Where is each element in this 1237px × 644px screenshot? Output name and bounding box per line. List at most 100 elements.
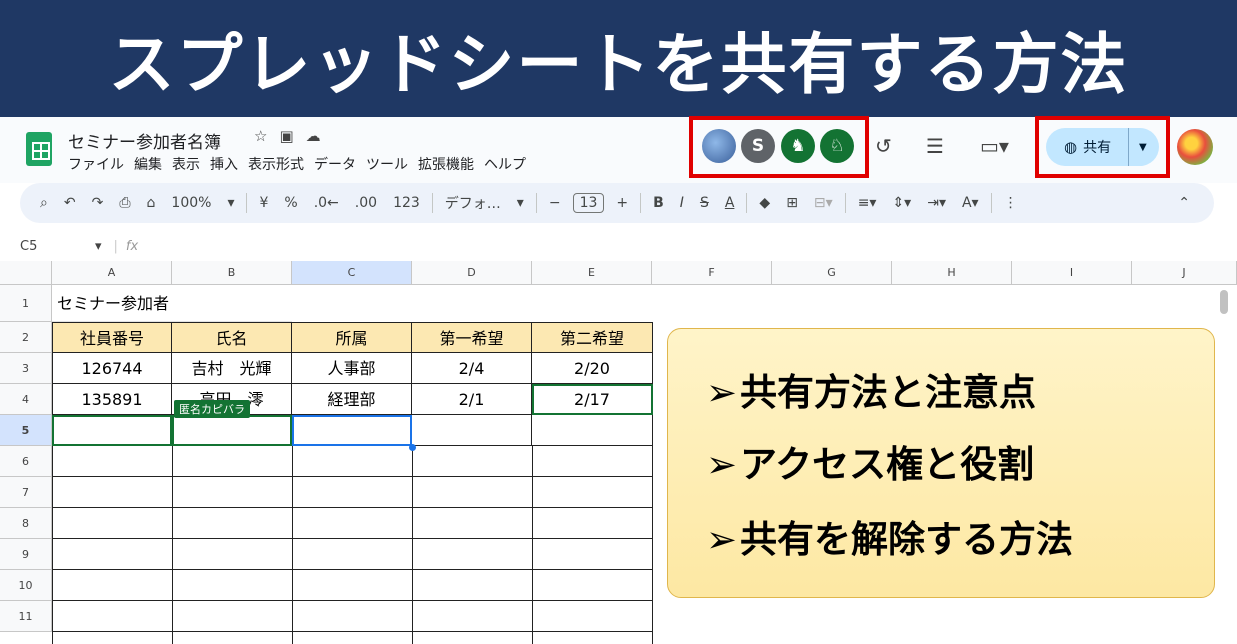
- number-format-button[interactable]: 123: [385, 195, 428, 211]
- sheets-logo-icon[interactable]: [26, 132, 52, 166]
- avatar-anonymous-animal-2[interactable]: ♘: [820, 129, 854, 163]
- currency-button[interactable]: ¥: [251, 195, 276, 211]
- italic-button[interactable]: I: [672, 195, 692, 211]
- strikethrough-button[interactable]: S: [692, 195, 717, 211]
- name-box-caret-icon[interactable]: ▾: [95, 239, 102, 254]
- zoom-select[interactable]: 100%: [163, 195, 219, 211]
- table-cell-collaborator-selected[interactable]: [172, 415, 292, 446]
- font-size-decrease[interactable]: −: [541, 195, 569, 211]
- zoom-caret-icon[interactable]: ▾: [219, 195, 242, 211]
- menu-file[interactable]: ファイル: [66, 154, 132, 174]
- font-caret-icon[interactable]: ▾: [509, 195, 532, 211]
- merge-cells-icon[interactable]: ⊟▾: [806, 195, 841, 211]
- cell-title[interactable]: セミナー参加者: [52, 285, 292, 322]
- paint-format-icon[interactable]: ⌂: [139, 195, 164, 211]
- undo-icon[interactable]: ↶: [56, 195, 84, 211]
- share-dropdown-icon[interactable]: ▼: [1139, 142, 1147, 153]
- text-wrap-icon[interactable]: ⇥▾: [919, 195, 954, 211]
- text-rotation-icon[interactable]: A▾: [954, 195, 987, 211]
- active-cell[interactable]: [292, 415, 412, 446]
- table-header-cell[interactable]: 社員番号: [52, 322, 172, 353]
- print-icon[interactable]: ⎙: [111, 195, 138, 211]
- font-select[interactable]: デフォ…: [437, 193, 509, 213]
- row-header[interactable]: 3: [0, 353, 52, 384]
- percent-button[interactable]: %: [276, 195, 305, 211]
- menu-tools[interactable]: ツール: [364, 154, 416, 174]
- table-cell[interactable]: 2/1: [412, 384, 532, 415]
- more-icon[interactable]: ⋮: [996, 195, 1026, 211]
- table-header-cell[interactable]: 第一希望: [412, 322, 532, 353]
- decrease-decimal-button[interactable]: .0←: [306, 195, 347, 211]
- font-size-increase[interactable]: +: [608, 195, 636, 211]
- increase-decimal-button[interactable]: .00: [347, 195, 385, 211]
- column-header[interactable]: D: [412, 261, 532, 285]
- column-header[interactable]: I: [1012, 261, 1132, 285]
- column-header[interactable]: G: [772, 261, 892, 285]
- table-cell[interactable]: 経理部: [292, 384, 412, 415]
- table-cell[interactable]: 135891: [52, 384, 172, 415]
- star-icon[interactable]: ☆: [254, 127, 267, 145]
- column-header[interactable]: E: [532, 261, 652, 285]
- row-header[interactable]: 10: [0, 570, 52, 601]
- table-header-cell[interactable]: 第二希望: [532, 322, 653, 353]
- avatar-s[interactable]: S: [741, 129, 775, 163]
- row-header[interactable]: 9: [0, 539, 52, 570]
- menu-edit[interactable]: 編集: [132, 154, 170, 174]
- table-cell[interactable]: [412, 415, 532, 446]
- row-header[interactable]: 2: [0, 322, 52, 353]
- history-icon[interactable]: ↺: [875, 134, 892, 158]
- move-folder-icon[interactable]: ▣: [279, 127, 293, 145]
- table-cell-collaborator-selected[interactable]: 2/17: [532, 384, 653, 415]
- search-icon[interactable]: ⌕: [32, 195, 56, 211]
- fill-color-icon[interactable]: ◆: [751, 195, 778, 211]
- text-color-button[interactable]: A: [717, 195, 743, 211]
- user-avatar[interactable]: [1177, 129, 1213, 165]
- column-header[interactable]: J: [1132, 261, 1237, 285]
- menu-format[interactable]: 表示形式: [246, 154, 312, 174]
- redo-icon[interactable]: ↷: [84, 195, 112, 211]
- document-title[interactable]: セミナー参加者名簿: [68, 128, 221, 153]
- column-header[interactable]: F: [652, 261, 772, 285]
- avatar-hydrangea[interactable]: [702, 129, 736, 163]
- vertical-scrollbar[interactable]: [1220, 290, 1228, 314]
- table-cell[interactable]: 2/4: [412, 353, 532, 384]
- menu-insert[interactable]: 挿入: [208, 154, 246, 174]
- table-cell[interactable]: 126744: [52, 353, 172, 384]
- selection-handle[interactable]: [409, 444, 416, 451]
- row-header[interactable]: 6: [0, 446, 52, 477]
- column-header[interactable]: A: [52, 261, 172, 285]
- cloud-status-icon[interactable]: ☁: [306, 127, 321, 145]
- menu-data[interactable]: データ: [312, 154, 364, 174]
- font-size-input[interactable]: 13: [572, 193, 605, 213]
- table-cell[interactable]: 吉村 光輝: [172, 353, 292, 384]
- column-header[interactable]: H: [892, 261, 1012, 285]
- name-box[interactable]: C5: [20, 239, 95, 254]
- table-cell[interactable]: 2/20: [532, 353, 653, 384]
- collapse-toolbar-icon[interactable]: ⌃: [1170, 195, 1198, 211]
- borders-icon[interactable]: ⊞: [778, 195, 806, 211]
- meet-icon[interactable]: ▭▾: [980, 134, 1009, 158]
- row-header[interactable]: 1: [0, 285, 52, 322]
- row-header[interactable]: 7: [0, 477, 52, 508]
- vertical-align-icon[interactable]: ⇕▾: [884, 195, 919, 211]
- table-cell[interactable]: [532, 415, 653, 446]
- share-button[interactable]: ◍ 共有 ▼: [1046, 128, 1159, 166]
- table-header-cell[interactable]: 所属: [292, 322, 412, 353]
- row-header-selected[interactable]: 5: [0, 415, 52, 446]
- align-icon[interactable]: ≡▾: [850, 195, 885, 211]
- corner-cell[interactable]: [0, 261, 52, 285]
- table-cell[interactable]: 人事部: [292, 353, 412, 384]
- row-header[interactable]: 8: [0, 508, 52, 539]
- menu-view[interactable]: 表示: [170, 154, 208, 174]
- comment-icon[interactable]: ☰: [926, 134, 944, 158]
- menu-help[interactable]: ヘルプ: [482, 154, 534, 174]
- row-header[interactable]: 11: [0, 601, 52, 632]
- bold-button[interactable]: B: [645, 195, 672, 211]
- menu-extensions[interactable]: 拡張機能: [416, 154, 482, 174]
- column-header[interactable]: B: [172, 261, 292, 285]
- avatar-anonymous-animal-1[interactable]: ♞: [781, 129, 815, 163]
- table-header-cell[interactable]: 氏名: [172, 322, 292, 353]
- row-header[interactable]: 4: [0, 384, 52, 415]
- table-cell-collaborator-selected[interactable]: [52, 415, 172, 446]
- column-header-selected[interactable]: C: [292, 261, 412, 285]
